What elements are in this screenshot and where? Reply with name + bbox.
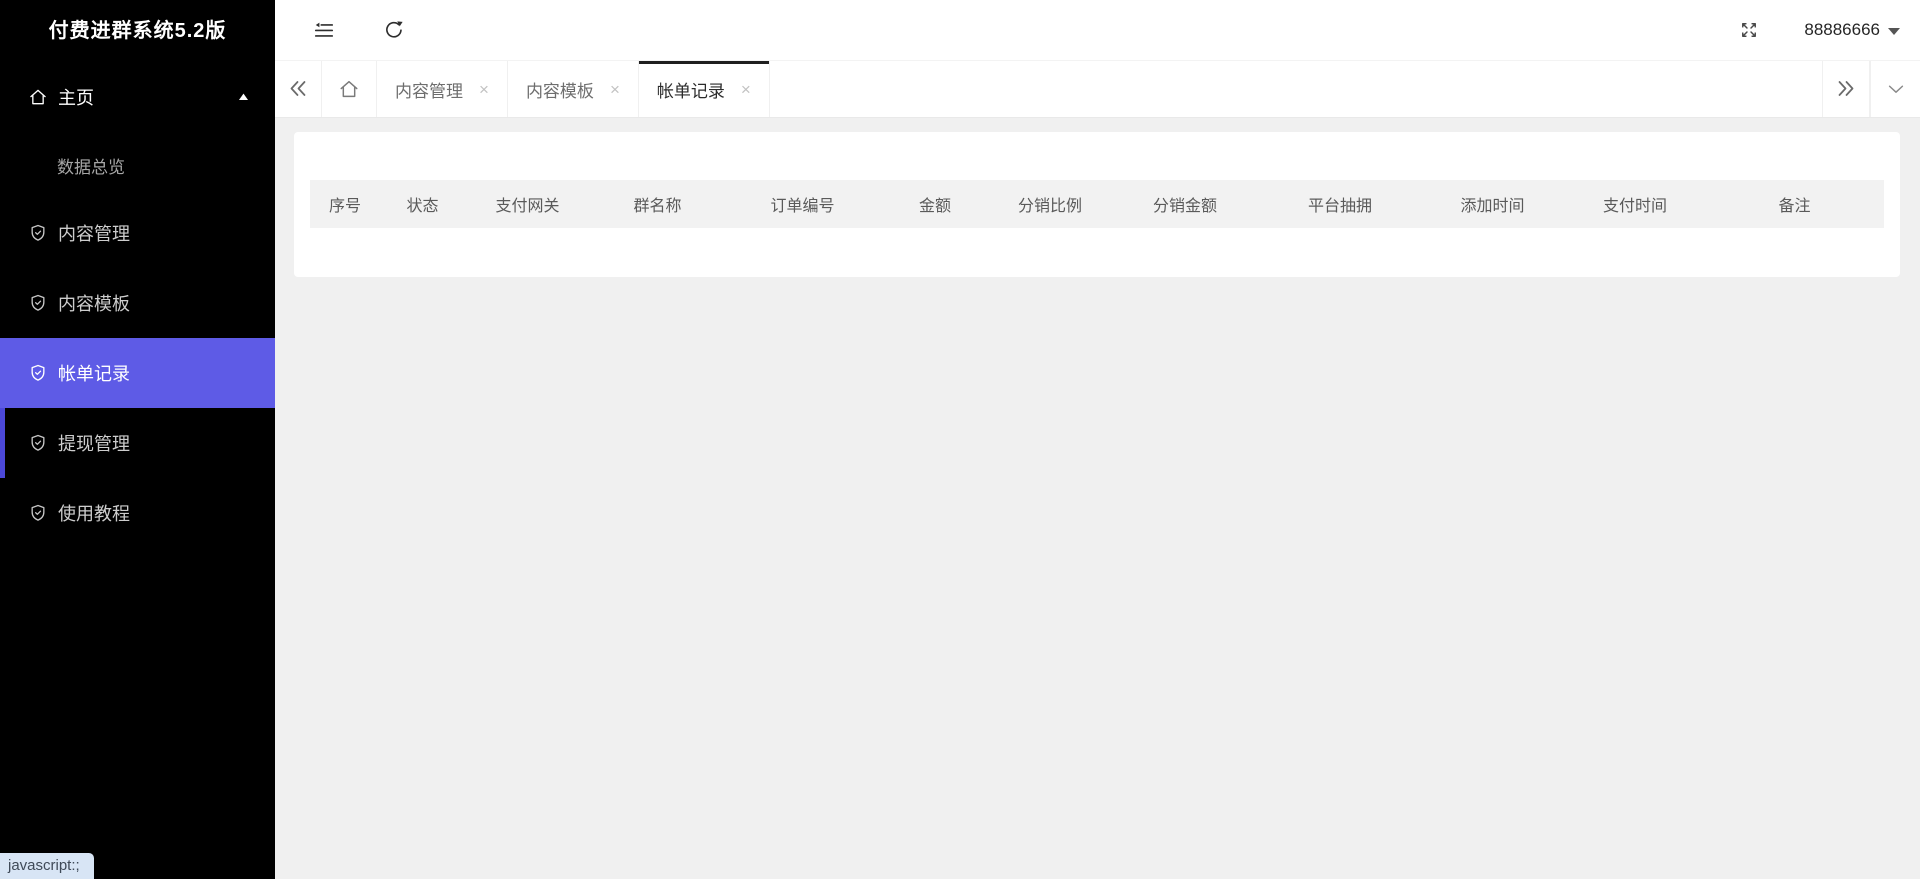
app-title: 付费进群系统5.2版 [48,20,227,42]
column-header: 支付网关 [495,198,560,215]
app-root: 付费进群系统5.2版 主页 ▲ 数据总览 内容管理 内容模板 帐单记录 提现管理… [0,0,1920,879]
sidebar-item-billing-records[interactable]: 帐单记录 [0,338,275,408]
column-header: 备注 [1778,198,1811,215]
sidebar-item-tutorial[interactable]: 使用教程 [0,478,275,548]
sidebar-item-withdraw-manage[interactable]: 提现管理 [0,408,275,478]
sidebar-nav: 主页 ▲ 数据总览 内容管理 内容模板 帐单记录 提现管理 使用教程 [0,62,275,548]
shield-check-icon [28,363,48,383]
tab-content-manage[interactable]: 内容管理 × [377,61,508,117]
sidebar-item-content-manage[interactable]: 内容管理 [0,198,275,268]
column-header: 金额 [918,198,951,215]
shield-check-icon [28,503,48,523]
tabbar-spacer [770,61,1822,117]
browser-status-tooltip: javascript:; [0,853,94,879]
column-header: 分销金额 [1152,198,1217,215]
tab-label: 内容管理 [395,81,463,101]
table-card: 序号 状态 支付网关 群名称 订单编号 金额 分销比例 分销金额 平台抽拥 添加… [294,132,1900,277]
chevron-down-icon [1885,78,1907,100]
home-icon [338,78,360,100]
chevrons-right-icon [1834,77,1858,101]
home-icon [28,87,48,107]
main-area: 88886666 内容管理 × 内容模板 × 帐单记录 × 序号 状态 支付网关… [275,0,1920,879]
column-header: 添加时间 [1460,198,1525,215]
close-icon[interactable]: × [741,81,751,98]
sidebar-item-label: 内容管理 [58,224,130,244]
caret-down-icon [1888,27,1900,35]
tabs-scroll-left-button[interactable] [275,61,322,117]
column-header: 分销比例 [1017,198,1082,215]
column-header: 序号 [328,198,361,215]
sidebar-subitem-label: 数据总览 [57,157,125,177]
shield-check-icon [28,433,48,453]
sidebar-item-label: 提现管理 [58,434,130,454]
table-header-row: 序号 状态 支付网关 群名称 订单编号 金额 分销比例 分销金额 平台抽拥 添加… [310,180,1884,228]
collapse-menu-icon[interactable] [313,19,335,41]
tab-content-template[interactable]: 内容模板 × [508,61,639,117]
username: 88886666 [1804,20,1880,39]
shield-check-icon [28,223,48,243]
shield-check-icon [28,293,48,313]
tab-label: 帐单记录 [656,81,725,101]
close-icon[interactable]: × [479,81,489,98]
sidebar: 付费进群系统5.2版 主页 ▲ 数据总览 内容管理 内容模板 帐单记录 提现管理… [0,0,275,879]
sidebar-item-label: 主页 [58,88,94,108]
column-header: 状态 [406,198,439,215]
sidebar-item-content-template[interactable]: 内容模板 [0,268,275,338]
sidebar-item-label: 帐单记录 [58,364,130,384]
tabs-scroll-right-button[interactable] [1822,61,1870,117]
column-header: 订单编号 [770,198,835,215]
tabbar: 内容管理 × 内容模板 × 帐单记录 × [275,61,1920,118]
fullscreen-icon[interactable] [1738,19,1760,41]
topbar: 88886666 [275,0,1920,61]
column-header: 支付时间 [1602,198,1667,215]
sidebar-item-home[interactable]: 主页 ▲ [0,62,275,132]
chevrons-left-icon [286,77,310,101]
tabs-menu-button[interactable] [1870,61,1920,117]
chevron-up-icon: ▲ [235,91,252,103]
tab-billing-records[interactable]: 帐单记录 × [638,61,770,117]
tab-label: 内容模板 [525,81,594,101]
column-header: 平台抽拥 [1307,198,1372,215]
close-icon[interactable]: × [610,81,620,98]
sidebar-item-label: 内容模板 [58,294,130,314]
column-header: 群名称 [633,198,682,215]
sidebar-item-data-overview[interactable]: 数据总览 [0,132,275,198]
tab-home[interactable] [322,61,377,117]
sidebar-item-label: 使用教程 [58,504,130,524]
topbar-right: 88886666 [1738,19,1900,41]
refresh-icon[interactable] [383,19,405,41]
user-menu[interactable]: 88886666 [1804,20,1900,40]
content-area: 序号 状态 支付网关 群名称 订单编号 金额 分销比例 分销金额 平台抽拥 添加… [275,118,1920,879]
